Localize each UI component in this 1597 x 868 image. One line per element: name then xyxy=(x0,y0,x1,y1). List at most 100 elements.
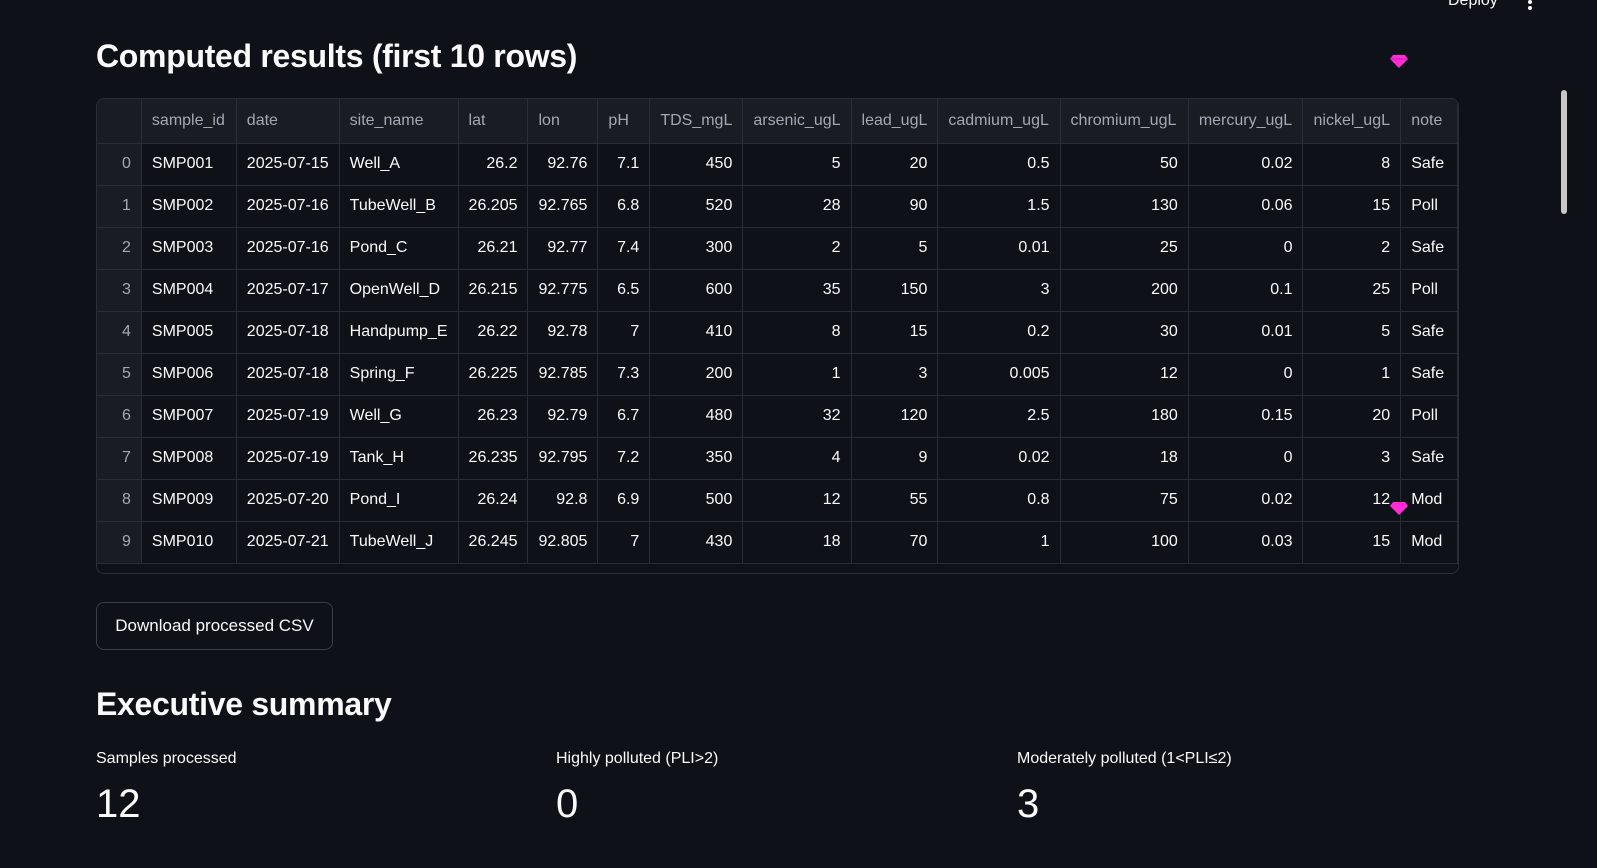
column-header-mercury[interactable]: mercury_ugL xyxy=(1188,99,1304,144)
table-cell[interactable]: 130 xyxy=(1060,185,1189,228)
table-cell[interactable]: 7.1 xyxy=(597,143,651,186)
table-cell[interactable]: SMP008 xyxy=(141,437,237,480)
table-cell[interactable]: 5 xyxy=(851,227,939,270)
table-cell[interactable]: OpenWell_D xyxy=(339,269,459,312)
table-cell[interactable]: 520 xyxy=(649,185,744,228)
column-header-index[interactable] xyxy=(97,99,142,144)
table-cell[interactable]: 1 xyxy=(937,521,1061,564)
table-cell[interactable]: 2025-07-21 xyxy=(236,521,340,564)
row-index-cell[interactable]: 0 xyxy=(97,143,142,186)
table-cell[interactable]: 6.9 xyxy=(597,479,651,522)
table-cell[interactable]: 75 xyxy=(1060,479,1189,522)
table-cell[interactable]: 180 xyxy=(1060,395,1189,438)
table-cell[interactable]: 15 xyxy=(1302,185,1402,228)
table-cell[interactable]: 26.22 xyxy=(458,311,529,354)
table-cell[interactable]: Poll xyxy=(1400,269,1458,312)
table-cell[interactable]: 350 xyxy=(649,437,744,480)
table-cell[interactable]: 0 xyxy=(1188,353,1304,396)
table-cell[interactable]: 26.215 xyxy=(458,269,529,312)
table-cell[interactable]: 18 xyxy=(1060,437,1189,480)
table-cell[interactable]: 92.765 xyxy=(527,185,599,228)
row-index-cell[interactable]: 7 xyxy=(97,437,142,480)
table-cell[interactable]: 26.23 xyxy=(458,395,529,438)
table-cell[interactable]: 2025-07-15 xyxy=(236,143,340,186)
table-cell[interactable]: 26.24 xyxy=(458,479,529,522)
table-cell[interactable]: 12 xyxy=(1060,353,1189,396)
column-header-ph[interactable]: pH xyxy=(597,99,651,144)
table-cell[interactable]: Well_A xyxy=(339,143,459,186)
row-index-cell[interactable]: 9 xyxy=(97,521,142,564)
table-row[interactable]: 1 SMP002 2025-07-16 TubeWell_B 26.205 92.765 6… xyxy=(97,185,1458,228)
table-row[interactable]: 4 SMP005 2025-07-18 Handpump_E 26.22 92.78 7 41… xyxy=(97,311,1458,354)
column-header-lead[interactable]: lead_ugL xyxy=(851,99,939,144)
table-cell[interactable]: 92.795 xyxy=(527,437,599,480)
table-cell[interactable]: 92.8 xyxy=(527,479,599,522)
table-cell[interactable]: 0.8 xyxy=(937,479,1061,522)
table-cell[interactable]: 7.4 xyxy=(597,227,651,270)
table-cell[interactable]: 2025-07-16 xyxy=(236,227,340,270)
table-cell[interactable]: 92.76 xyxy=(527,143,599,186)
column-header-lon[interactable]: lon xyxy=(527,99,599,144)
table-cell[interactable]: Safe xyxy=(1400,437,1458,480)
table-cell[interactable]: 26.2 xyxy=(458,143,529,186)
table-cell[interactable]: 9 xyxy=(851,437,939,480)
page-scrollbar[interactable] xyxy=(1561,90,1567,214)
table-cell[interactable]: Mod xyxy=(1400,521,1458,564)
table-cell[interactable]: Spring_F xyxy=(339,353,459,396)
table-cell[interactable]: 92.775 xyxy=(527,269,599,312)
row-index-cell[interactable]: 8 xyxy=(97,479,142,522)
table-cell[interactable]: Handpump_E xyxy=(339,311,459,354)
table-cell[interactable]: 2 xyxy=(1302,227,1402,270)
row-index-cell[interactable]: 1 xyxy=(97,185,142,228)
column-header-chromium[interactable]: chromium_ugL xyxy=(1060,99,1189,144)
table-cell[interactable]: 26.21 xyxy=(458,227,529,270)
table-row[interactable]: 3 SMP004 2025-07-17 OpenWell_D 26.215 92.775 6… xyxy=(97,269,1458,312)
table-cell[interactable]: 2025-07-20 xyxy=(236,479,340,522)
table-cell[interactable]: 25 xyxy=(1302,269,1402,312)
table-cell[interactable]: 0.01 xyxy=(937,227,1061,270)
table-row[interactable]: 7 SMP008 2025-07-19 Tank_H 26.235 92.795 7.2 35… xyxy=(97,437,1458,480)
table-cell[interactable]: 0.06 xyxy=(1188,185,1304,228)
table-cell[interactable]: Safe xyxy=(1400,143,1458,186)
table-cell[interactable]: 0.03 xyxy=(1188,521,1304,564)
table-cell[interactable]: 5 xyxy=(742,143,852,186)
table-cell[interactable]: 0.02 xyxy=(1188,143,1304,186)
table-cell[interactable]: SMP010 xyxy=(141,521,237,564)
table-cell[interactable]: 26.235 xyxy=(458,437,529,480)
row-index-cell[interactable]: 4 xyxy=(97,311,142,354)
table-cell[interactable]: SMP006 xyxy=(141,353,237,396)
row-index-cell[interactable]: 2 xyxy=(97,227,142,270)
table-cell[interactable]: 0.1 xyxy=(1188,269,1304,312)
table-row[interactable]: 8 SMP009 2025-07-20 Pond_I 26.24 92.8 6.9 500 12… xyxy=(97,479,1458,522)
table-cell[interactable]: 20 xyxy=(1302,395,1402,438)
table-row[interactable]: 0 SMP001 2025-07-15 Well_A 26.2 92.76 7.1 450 5 2… xyxy=(97,143,1458,186)
table-cell[interactable]: TubeWell_B xyxy=(339,185,459,228)
table-cell[interactable]: 6.5 xyxy=(597,269,651,312)
table-cell[interactable]: 26.245 xyxy=(458,521,529,564)
table-cell[interactable]: 18 xyxy=(742,521,852,564)
table-cell[interactable]: SMP003 xyxy=(141,227,237,270)
table-cell[interactable]: 200 xyxy=(649,353,744,396)
table-row[interactable]: 2 SMP003 2025-07-16 Pond_C 26.21 92.77 7.4 300 2… xyxy=(97,227,1458,270)
table-cell[interactable]: SMP007 xyxy=(141,395,237,438)
table-cell[interactable]: 50 xyxy=(1060,143,1189,186)
table-cell[interactable]: 0 xyxy=(1188,437,1304,480)
table-cell[interactable]: 35 xyxy=(742,269,852,312)
table-cell[interactable]: 0.005 xyxy=(937,353,1061,396)
table-cell[interactable]: Poll xyxy=(1400,185,1458,228)
column-header-note[interactable]: note xyxy=(1400,99,1458,144)
table-cell[interactable]: 2025-07-16 xyxy=(236,185,340,228)
column-header-lat[interactable]: lat xyxy=(458,99,529,144)
table-cell[interactable]: SMP005 xyxy=(141,311,237,354)
table-cell[interactable]: 0.5 xyxy=(937,143,1061,186)
table-cell[interactable]: 70 xyxy=(851,521,939,564)
table-cell[interactable]: SMP009 xyxy=(141,479,237,522)
table-cell[interactable]: TubeWell_J xyxy=(339,521,459,564)
table-cell[interactable]: 7.2 xyxy=(597,437,651,480)
table-cell[interactable]: 500 xyxy=(649,479,744,522)
table-cell[interactable]: SMP001 xyxy=(141,143,237,186)
table-cell[interactable]: 3 xyxy=(1302,437,1402,480)
table-cell[interactable]: 100 xyxy=(1060,521,1189,564)
table-cell[interactable]: 430 xyxy=(649,521,744,564)
table-cell[interactable]: 4 xyxy=(742,437,852,480)
